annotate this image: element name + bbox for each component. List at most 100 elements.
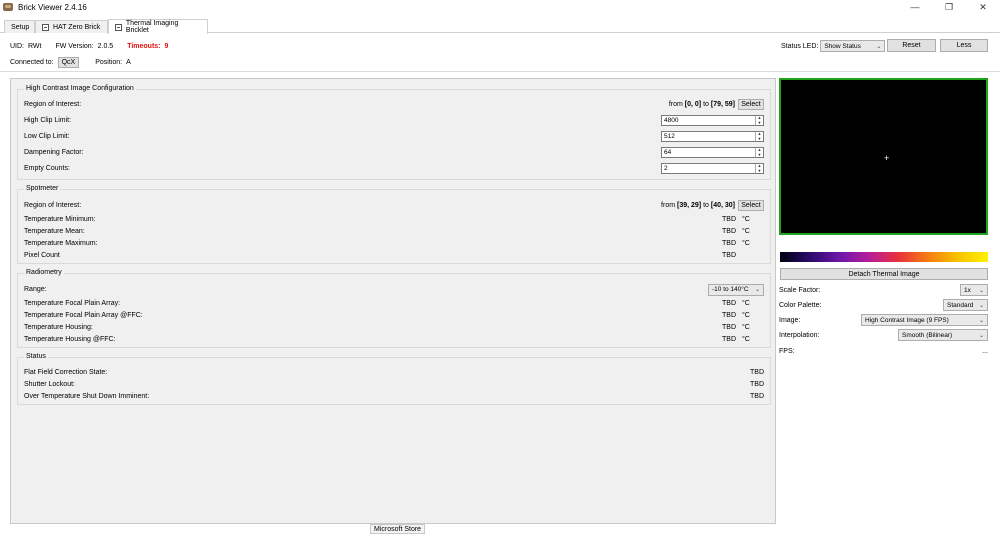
timeouts-value: 9 [164, 42, 169, 50]
ffc-state-row: Flat Field Correction State: TBD [24, 367, 764, 378]
reset-button[interactable]: Reset [887, 39, 936, 52]
sm-temp-max-row: Temperature Maximum: TBD °C [24, 238, 764, 249]
hc-roi-from: from [668, 101, 683, 108]
over-temp-value: TBD [750, 393, 764, 400]
spin-down-icon[interactable]: ▼ [756, 152, 763, 158]
sm-roi-value: from [39, 29] to [40, 30] [661, 202, 735, 209]
sm-roi-from: from [661, 202, 676, 209]
spin-down-icon[interactable]: ▼ [756, 120, 763, 126]
spotmeter-group: Spotmeter Region of Interest: from [39, … [17, 185, 771, 264]
rad-housing-value: TBD [722, 324, 736, 331]
rad-housing-ffc-row: Temperature Housing @FFC: TBD °C [24, 334, 764, 345]
connected-to-button[interactable]: QcX [57, 57, 80, 68]
connected-to-label: Connected to: [10, 59, 54, 66]
hc-roi-select-button[interactable]: Select [738, 99, 764, 110]
spin-buttons[interactable]: ▲ ▼ [755, 164, 763, 173]
close-button[interactable]: ✕ [966, 0, 1000, 14]
image-row: Image: High Contrast Image (9 FPS) ⌄ [779, 314, 988, 326]
rad-housing-ffc-label: Temperature Housing @FFC: [24, 336, 116, 343]
sm-roi-select-button[interactable]: Select [738, 200, 764, 211]
sm-roi-to: to [703, 202, 709, 209]
dampening-row: Dampening Factor: 64 ▲ ▼ [24, 147, 764, 158]
sm-roi-end: [40, 30] [710, 202, 735, 209]
over-temp-row: Over Temperature Shut Down Imminent: TBD [24, 391, 764, 402]
title-bar: Brick Viewer 2.4.16 — ❐ ✕ [0, 0, 1000, 14]
spotmeter-title: Spotmeter [24, 185, 61, 192]
spin-buttons[interactable]: ▲ ▼ [755, 148, 763, 157]
image-selected: High Contrast Image (9 FPS) [865, 316, 949, 324]
high-clip-spinbox[interactable]: 4800 ▲ ▼ [661, 115, 764, 126]
empty-counts-spinbox[interactable]: 2 ▲ ▼ [661, 163, 764, 174]
sm-roi-label: Region of Interest: [24, 202, 82, 209]
tab-setup-label: Setup [11, 23, 30, 31]
sm-temp-min-row: Temperature Minimum: TBD °C [24, 214, 764, 225]
less-button[interactable]: Less [940, 39, 988, 52]
scale-factor-select[interactable]: 1x ⌄ [960, 284, 988, 296]
empty-counts-row: Empty Counts: 2 ▲ ▼ [24, 163, 764, 174]
hc-roi-label: Region of Interest: [24, 101, 82, 108]
high-clip-row: High Clip Limit: 4800 ▲ ▼ [24, 115, 764, 126]
chevron-down-icon: ⌄ [978, 332, 984, 339]
fw-version-label: FW Version: [55, 42, 94, 50]
color-palette-label: Color Palette: [779, 301, 822, 309]
detach-thermal-image-button[interactable]: Detach Thermal Image [780, 268, 988, 280]
sm-pixel-count-label: Pixel Count [24, 252, 60, 259]
sm-roi-row: Region of Interest: from [39, 29] to [40… [24, 200, 764, 211]
rad-housing-label: Temperature Housing: [24, 324, 93, 331]
minimize-button[interactable]: — [898, 0, 932, 14]
high-contrast-title: High Contrast Image Configuration [24, 85, 136, 92]
fw-version-value: 2.0.5 [97, 42, 114, 50]
rad-fpa-row: Temperature Focal Plain Array: TBD °C [24, 298, 764, 309]
dampening-label: Dampening Factor: [24, 149, 84, 156]
image-select[interactable]: High Contrast Image (9 FPS) ⌄ [861, 314, 988, 326]
spin-buttons[interactable]: ▲ ▼ [755, 132, 763, 141]
maximize-button[interactable]: ❐ [932, 0, 966, 14]
spin-buttons[interactable]: ▲ ▼ [755, 116, 763, 125]
color-palette-selected: Standard [947, 301, 974, 309]
low-clip-value: 512 [664, 133, 675, 140]
interpolation-select[interactable]: Smooth (Bilinear) ⌄ [898, 329, 988, 341]
sm-temp-min-label: Temperature Minimum: [24, 216, 96, 223]
tab-hat-zero-brick[interactable]: HAT Zero Brick [35, 20, 108, 33]
high-contrast-group: High Contrast Image Configuration Region… [17, 85, 771, 180]
uid-label: UID: [10, 42, 24, 50]
sm-temp-min-value: TBD [722, 216, 736, 223]
spin-down-icon[interactable]: ▼ [756, 136, 763, 142]
radiometry-group: Radiometry Range: -10 to 140°C ⌄ Tempera… [17, 269, 771, 348]
tab-setup[interactable]: Setup [4, 20, 35, 33]
timeouts-label: Timeouts: [127, 42, 161, 50]
sm-temp-max-unit: °C [742, 240, 750, 247]
sm-pixel-count-row: Pixel Count TBD [24, 250, 764, 261]
empty-counts-label: Empty Counts: [24, 165, 70, 172]
hc-roi-start: [0, 0] [684, 101, 702, 108]
rad-fpa-ffc-value: TBD [722, 312, 736, 319]
chevron-down-icon: ⌄ [978, 302, 984, 309]
color-palette-select[interactable]: Standard ⌄ [943, 299, 988, 311]
rad-housing-ffc-unit: °C [742, 336, 750, 343]
crosshair-icon: + [884, 153, 890, 163]
range-select[interactable]: -10 to 140°C ⌄ [708, 283, 764, 296]
fps-row: FPS: ... [779, 345, 988, 357]
chevron-down-icon: ⌄ [978, 287, 984, 294]
chevron-down-icon: ⌄ [754, 287, 760, 293]
interpolation-selected: Smooth (Bilinear) [902, 331, 953, 339]
tab-thermal-imaging-bricklet[interactable]: Thermal Imaging Bricklet [108, 19, 208, 34]
window-icon [115, 23, 122, 31]
status-led-label: Status LED: [781, 42, 819, 50]
status-led-selected: Show Status [824, 42, 861, 50]
hc-roi-end: [79, 59] [710, 101, 735, 108]
thermal-image-canvas[interactable]: + [779, 78, 988, 235]
dampening-spinbox[interactable]: 64 ▲ ▼ [661, 147, 764, 158]
status-title: Status [24, 353, 48, 360]
range-label: Range: [24, 286, 47, 293]
rad-fpa-value: TBD [722, 300, 736, 307]
low-clip-spinbox[interactable]: 512 ▲ ▼ [661, 131, 764, 142]
status-led-select[interactable]: Show Status ⌄ [820, 40, 886, 52]
rad-fpa-ffc-unit: °C [742, 312, 750, 319]
low-clip-label: Low Clip Limit: [24, 133, 70, 140]
tab-thermal-imaging-bricklet-label: Thermal Imaging Bricklet [125, 20, 179, 34]
interpolation-row: Interpolation: Smooth (Bilinear) ⌄ [779, 329, 988, 341]
spin-down-icon[interactable]: ▼ [756, 168, 763, 174]
sm-temp-max-label: Temperature Maximum: [24, 240, 98, 247]
image-label: Image: [779, 316, 801, 324]
